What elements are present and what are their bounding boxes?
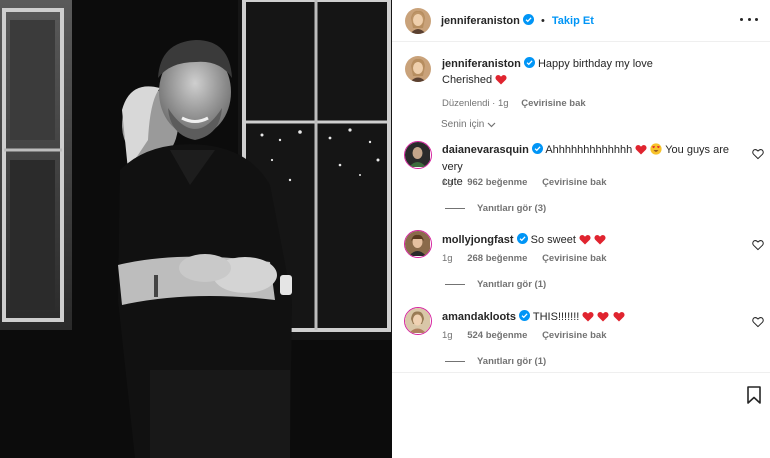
caption-line2: Cherished: [442, 74, 493, 86]
comment-body: Ahhhhhhhhhhhhh: [545, 144, 633, 156]
commenter-avatar[interactable]: [404, 307, 432, 335]
replies-divider-line: [445, 361, 465, 362]
red-heart-emoji-icon: [613, 311, 625, 327]
edited-label: Düzenlendi: [442, 98, 490, 109]
comment-body: THIS!!!!!!!: [532, 311, 580, 323]
post-header: jenniferaniston • Takip Et: [392, 0, 770, 42]
comment-body: So sweet: [530, 234, 576, 246]
comment-likes[interactable]: 268 beğenme: [467, 253, 527, 264]
author-avatar[interactable]: [405, 8, 431, 34]
comment-age: 1g: [442, 177, 453, 188]
commenter-avatar[interactable]: [404, 141, 432, 169]
caption-age: 1g: [498, 98, 509, 109]
caption-username[interactable]: jenniferaniston: [442, 58, 521, 70]
heart-outline-icon[interactable]: [752, 316, 764, 328]
header-title: jenniferaniston • Takip Et: [441, 14, 594, 28]
view-replies-label: Yanıtları gör (1): [477, 279, 547, 290]
comment-translate-link[interactable]: Çevirisine bak: [542, 330, 606, 341]
comment-sort-dropdown[interactable]: Senin için: [441, 119, 496, 130]
comment-translate-link[interactable]: Çevirisine bak: [542, 253, 606, 264]
replies-divider-line: [445, 284, 465, 285]
separator-dot: •: [540, 15, 545, 27]
comment-sort-label: Senin için: [441, 119, 485, 130]
red-heart-emoji-icon: [495, 74, 507, 90]
author-username[interactable]: jenniferaniston: [441, 15, 520, 27]
commenter-avatar[interactable]: [404, 230, 432, 258]
red-heart-emoji-icon: [597, 311, 609, 327]
heart-eyes-emoji-icon: [650, 143, 662, 160]
view-replies-label: Yanıtları gör (1): [477, 356, 547, 367]
more-options-icon[interactable]: [740, 12, 758, 26]
verified-badge-icon: [531, 143, 543, 159]
comment-likes[interactable]: 524 beğenme: [467, 330, 527, 341]
commenter-username[interactable]: daianevarasquin: [442, 144, 529, 156]
actions-divider: [392, 372, 770, 373]
chevron-down-icon: [487, 119, 496, 130]
heart-outline-icon[interactable]: [752, 239, 764, 251]
comment-text: mollyjongfast So sweet: [442, 233, 747, 250]
commenter-username[interactable]: amandakloots: [442, 311, 516, 323]
comment-likes[interactable]: 962 beğenme: [467, 177, 527, 188]
comment-age: 1g: [442, 253, 453, 264]
replies-divider-line: [445, 208, 465, 209]
verified-badge-icon: [522, 14, 534, 28]
red-heart-emoji-icon: [582, 311, 594, 327]
post-side-panel: jenniferaniston • Takip Et jenniferanist…: [392, 0, 770, 458]
bookmark-icon[interactable]: [746, 386, 762, 407]
heart-outline-icon[interactable]: [752, 148, 764, 160]
red-heart-emoji-icon: [579, 234, 591, 250]
caption-text: jenniferaniston Happy birthday my love C…: [442, 57, 742, 111]
verified-badge-icon: [523, 57, 535, 73]
commenter-username[interactable]: mollyjongfast: [442, 234, 514, 246]
comment-meta: 1g 268 beğenme Çevirisine bak: [442, 253, 618, 264]
caption-line1: Happy birthday my love: [537, 58, 653, 70]
comment-text: amandakloots THIS!!!!!!!: [442, 310, 747, 327]
comment-meta: 1g 962 beğenme Çevirisine bak: [442, 177, 618, 188]
red-heart-emoji-icon: [635, 144, 647, 160]
view-replies-label: Yanıtları gör (3): [477, 203, 547, 214]
comment-age: 1g: [442, 330, 453, 341]
post-photo[interactable]: [0, 0, 392, 458]
view-replies-button[interactable]: Yanıtları gör (1): [445, 279, 546, 290]
instagram-post-dialog: jenniferaniston • Takip Et jenniferanist…: [0, 0, 770, 458]
verified-badge-icon: [519, 310, 531, 326]
caption-translate-link[interactable]: Çevirisine bak: [521, 98, 585, 109]
comment-meta: 1g 524 beğenme Çevirisine bak: [442, 330, 618, 341]
post-photo-image: [0, 0, 392, 458]
red-heart-emoji-icon: [594, 234, 606, 250]
caption-avatar[interactable]: [405, 56, 431, 82]
view-replies-button[interactable]: Yanıtları gör (3): [445, 203, 546, 214]
comment-translate-link[interactable]: Çevirisine bak: [542, 177, 606, 188]
verified-badge-icon: [516, 233, 528, 249]
follow-button[interactable]: Takip Et: [552, 15, 594, 27]
caption-meta: Düzenlendi · 1g Çevirisine bak: [442, 98, 586, 109]
view-replies-button[interactable]: Yanıtları gör (1): [445, 356, 546, 367]
